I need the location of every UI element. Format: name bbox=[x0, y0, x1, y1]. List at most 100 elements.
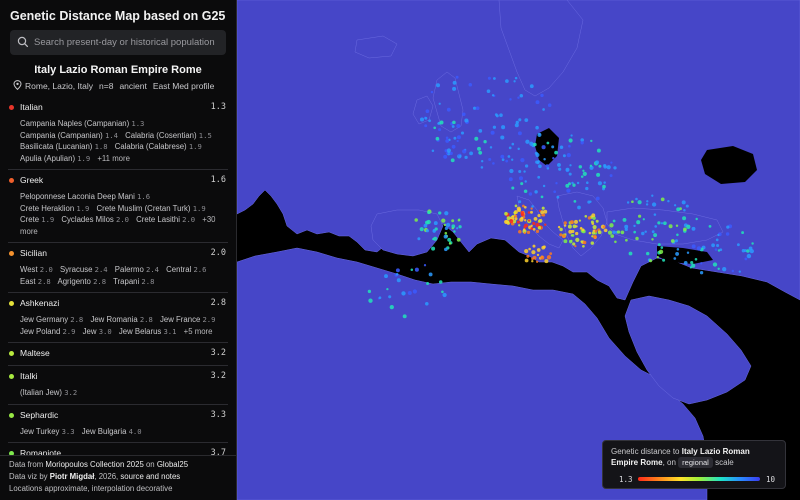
sample-point[interactable] bbox=[462, 149, 467, 154]
scale-toggle-button[interactable]: regional bbox=[678, 457, 713, 468]
sample-point[interactable] bbox=[667, 199, 670, 203]
sample-point[interactable] bbox=[695, 217, 698, 221]
sample-point[interactable] bbox=[590, 220, 594, 224]
sample-point[interactable] bbox=[575, 237, 580, 242]
sample-point[interactable] bbox=[683, 208, 686, 212]
subpopulation-item[interactable]: Campania (Campanian) 1.4 bbox=[20, 131, 118, 140]
subpopulation-item[interactable]: Jew Turkey 3.3 bbox=[20, 427, 75, 436]
sample-point[interactable] bbox=[427, 210, 431, 215]
subpopulation-item[interactable]: Jew France 2.9 bbox=[160, 315, 215, 324]
sample-point[interactable] bbox=[592, 225, 597, 230]
sample-point[interactable] bbox=[517, 96, 520, 99]
sample-point[interactable] bbox=[746, 253, 752, 259]
sample-point[interactable] bbox=[694, 258, 698, 261]
sample-point[interactable] bbox=[568, 172, 572, 176]
sample-point[interactable] bbox=[438, 280, 443, 284]
map-view[interactable] bbox=[237, 0, 800, 500]
result-group-header[interactable]: Greek 1.6 bbox=[8, 175, 228, 187]
sample-point[interactable] bbox=[626, 201, 630, 204]
sample-point[interactable] bbox=[644, 230, 647, 233]
sample-point[interactable] bbox=[646, 200, 649, 203]
sample-point[interactable] bbox=[535, 260, 539, 263]
sample-point[interactable] bbox=[504, 211, 508, 216]
sample-point[interactable] bbox=[569, 164, 572, 167]
sample-point[interactable] bbox=[598, 164, 602, 168]
sample-point[interactable] bbox=[519, 176, 523, 181]
sample-point[interactable] bbox=[389, 304, 394, 310]
sample-point[interactable] bbox=[518, 170, 522, 173]
sample-point[interactable] bbox=[448, 242, 452, 245]
sample-point[interactable] bbox=[524, 180, 527, 183]
sample-point[interactable] bbox=[676, 233, 679, 237]
sample-point[interactable] bbox=[582, 240, 587, 245]
sample-point[interactable] bbox=[726, 225, 730, 229]
sample-point[interactable] bbox=[537, 175, 541, 179]
sample-point[interactable] bbox=[725, 232, 730, 236]
sample-point[interactable] bbox=[638, 214, 642, 218]
sample-point[interactable] bbox=[491, 94, 495, 97]
sample-point[interactable] bbox=[597, 230, 602, 235]
sample-point[interactable] bbox=[686, 251, 690, 254]
sample-point[interactable] bbox=[691, 244, 696, 249]
sample-point[interactable] bbox=[603, 163, 607, 168]
sample-point[interactable] bbox=[472, 106, 477, 110]
sample-point[interactable] bbox=[531, 260, 534, 263]
sample-point[interactable] bbox=[489, 146, 493, 149]
sample-point[interactable] bbox=[541, 145, 546, 150]
sample-point[interactable] bbox=[568, 182, 571, 186]
sample-point[interactable] bbox=[508, 146, 512, 150]
subpopulation-item[interactable]: Jew Poland 2.9 bbox=[20, 327, 75, 336]
sample-point[interactable] bbox=[386, 287, 389, 291]
sample-point[interactable] bbox=[746, 249, 750, 253]
sample-point[interactable] bbox=[444, 211, 449, 216]
sample-point[interactable] bbox=[378, 296, 382, 299]
sample-point[interactable] bbox=[487, 76, 491, 80]
sample-point[interactable] bbox=[433, 126, 437, 130]
sample-point[interactable] bbox=[452, 120, 456, 125]
sample-point[interactable] bbox=[635, 197, 638, 201]
sample-point[interactable] bbox=[628, 251, 633, 256]
sample-point[interactable] bbox=[434, 227, 438, 231]
sample-point[interactable] bbox=[536, 161, 540, 165]
sample-point[interactable] bbox=[508, 177, 513, 182]
sample-point[interactable] bbox=[523, 189, 528, 194]
sample-point[interactable] bbox=[530, 210, 533, 214]
sample-point[interactable] bbox=[527, 219, 531, 222]
sample-point[interactable] bbox=[395, 272, 399, 276]
sample-point[interactable] bbox=[537, 226, 542, 230]
sample-point[interactable] bbox=[582, 244, 585, 248]
sample-point[interactable] bbox=[660, 246, 664, 249]
sample-point[interactable] bbox=[368, 298, 373, 303]
search-box[interactable] bbox=[10, 30, 226, 55]
sample-point[interactable] bbox=[517, 131, 522, 136]
sample-point[interactable] bbox=[444, 231, 448, 235]
sample-point[interactable] bbox=[568, 239, 573, 244]
sample-point[interactable] bbox=[477, 146, 481, 151]
sample-point[interactable] bbox=[451, 144, 456, 149]
sample-point[interactable] bbox=[614, 240, 617, 244]
sample-point[interactable] bbox=[540, 93, 544, 98]
sample-point[interactable] bbox=[555, 182, 558, 185]
sample-point[interactable] bbox=[439, 120, 444, 125]
sample-point[interactable] bbox=[537, 132, 542, 137]
sample-point[interactable] bbox=[553, 190, 557, 194]
sample-point[interactable] bbox=[526, 254, 530, 258]
sample-point[interactable] bbox=[682, 216, 687, 221]
sample-point[interactable] bbox=[384, 274, 388, 279]
result-group[interactable]: Greek 1.6 Peloponnese Laconia Deep Mani 1.… bbox=[8, 170, 228, 243]
sample-point[interactable] bbox=[635, 236, 639, 241]
sample-point[interactable] bbox=[444, 226, 449, 231]
sample-point[interactable] bbox=[624, 227, 628, 232]
result-group-header[interactable]: Ashkenazi 2.8 bbox=[8, 298, 228, 310]
sample-point[interactable] bbox=[586, 181, 589, 184]
sample-point[interactable] bbox=[653, 213, 657, 216]
sample-point[interactable] bbox=[620, 230, 625, 235]
sample-point[interactable] bbox=[435, 136, 440, 141]
sample-point[interactable] bbox=[670, 239, 675, 243]
sample-point[interactable] bbox=[474, 136, 479, 141]
sample-point[interactable] bbox=[433, 221, 438, 226]
sample-point[interactable] bbox=[585, 186, 589, 191]
sample-point[interactable] bbox=[438, 211, 442, 215]
sample-point[interactable] bbox=[649, 259, 653, 263]
sample-point[interactable] bbox=[535, 229, 540, 233]
